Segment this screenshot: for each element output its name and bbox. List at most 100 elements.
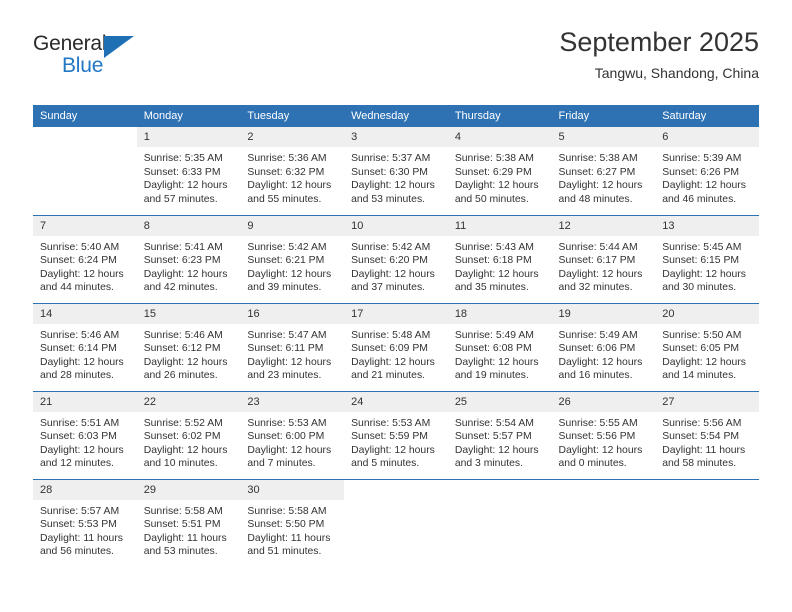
calendar-day-cell[interactable]: 20 Sunrise: 5:50 AM Sunset: 6:05 PM Dayligh…	[655, 302, 759, 391]
day-cell-inner: 15 Sunrise: 5:46 AM Sunset: 6:12 PM Dayligh…	[136, 303, 241, 391]
daylight-text-line1: Daylight: 12 hours	[40, 356, 124, 368]
sunrise-text: Sunrise: 5:36 AM	[247, 153, 327, 164]
daylight-text-line1: Daylight: 12 hours	[558, 356, 643, 368]
day-cell-inner: 25 Sunrise: 5:54 AM Sunset: 5:57 PM Dayligh…	[447, 391, 552, 479]
calendar-day-cell[interactable]: 25 Sunrise: 5:54 AM Sunset: 5:57 PM Dayligh…	[447, 390, 552, 479]
sunset-text: Sunset: 6:00 PM	[247, 431, 325, 443]
calendar-day-cell[interactable]: 28 Sunrise: 5:57 AM Sunset: 5:53 PM Dayligh…	[33, 478, 137, 567]
sunset-text: Sunset: 6:03 PM	[40, 431, 117, 443]
day-number: 25	[447, 391, 552, 412]
calendar-day-cell[interactable]: 24 Sunrise: 5:53 AM Sunset: 5:59 PM Dayligh…	[344, 390, 448, 479]
calendar-day-cell[interactable]: 15 Sunrise: 5:46 AM Sunset: 6:12 PM Dayligh…	[136, 302, 241, 391]
calendar-day-cell[interactable]: 14 Sunrise: 5:46 AM Sunset: 6:14 PM Dayligh…	[33, 302, 137, 391]
day-number: 14	[33, 303, 137, 324]
day-cell-inner: 3 Sunrise: 5:37 AM Sunset: 6:30 PM Daylight…	[344, 127, 448, 215]
calendar-day-cell[interactable]: 18 Sunrise: 5:49 AM Sunset: 6:08 PM Dayligh…	[447, 302, 552, 391]
calendar-day-cell[interactable]: 21 Sunrise: 5:51 AM Sunset: 6:03 PM Dayligh…	[33, 390, 137, 479]
daylight-text-line2: and 19 minutes.	[454, 370, 529, 382]
calendar-day-cell[interactable]: 3 Sunrise: 5:37 AM Sunset: 6:30 PM Daylight…	[344, 127, 448, 215]
sunrise-text: Sunrise: 5:50 AM	[662, 329, 742, 341]
calendar-day-cell[interactable]: 5 Sunrise: 5:38 AM Sunset: 6:27 PM Daylight…	[551, 127, 656, 215]
daylight-text-line2: and 53 minutes.	[143, 546, 218, 558]
calendar-day-cell[interactable]: 22 Sunrise: 5:52 AM Sunset: 6:02 PM Dayligh…	[136, 390, 241, 479]
day-sun-info: Sunrise: 5:52 AM Sunset: 6:02 PM Daylight:…	[137, 412, 241, 471]
sunrise-text: Sunrise: 5:46 AM	[40, 329, 120, 341]
calendar-day-cell[interactable]: 6 Sunrise: 5:39 AM Sunset: 6:26 PM Daylight…	[655, 127, 759, 215]
sunset-text: Sunset: 6:33 PM	[143, 166, 221, 178]
page-header: General Blue September 2025 Tangwu, Shan…	[33, 26, 759, 98]
sunset-text: Sunset: 5:53 PM	[40, 519, 117, 531]
day-sun-info: Sunrise: 5:35 AM Sunset: 6:33 PM Daylight:…	[137, 147, 241, 206]
day-number: 27	[655, 391, 759, 412]
day-sun-info: Sunrise: 5:44 AM Sunset: 6:17 PM Daylight:…	[552, 236, 656, 295]
daylight-text-line2: and 28 minutes.	[40, 370, 114, 382]
daylight-text-line2: and 44 minutes.	[40, 282, 114, 294]
calendar-day-cell[interactable]: 30 Sunrise: 5:58 AM Sunset: 5:50 PM Dayligh…	[240, 478, 345, 567]
day-number: 17	[344, 303, 448, 324]
daylight-text-line2: and 50 minutes.	[454, 193, 529, 205]
day-number: 28	[33, 479, 137, 500]
calendar-day-cell[interactable]: 17 Sunrise: 5:48 AM Sunset: 6:09 PM Dayligh…	[344, 302, 448, 391]
weekday-header-saturday: Saturday	[655, 105, 759, 127]
sunset-text: Sunset: 6:14 PM	[40, 343, 117, 355]
day-sun-info: Sunrise: 5:36 AM Sunset: 6:32 PM Daylight:…	[240, 147, 344, 206]
calendar-day-cell[interactable]: 2 Sunrise: 5:36 AM Sunset: 6:32 PM Daylight…	[240, 127, 345, 215]
sunrise-text: Sunrise: 5:44 AM	[558, 241, 638, 253]
calendar-day-cell[interactable]: 19 Sunrise: 5:49 AM Sunset: 6:06 PM Dayligh…	[551, 302, 656, 391]
weekday-header-friday: Friday	[551, 105, 656, 127]
calendar-empty-cell	[33, 127, 137, 215]
calendar-day-cell[interactable]: 27 Sunrise: 5:56 AM Sunset: 5:54 PM Dayligh…	[655, 390, 759, 479]
weekday-header-wednesday: Wednesday	[344, 105, 448, 127]
sunset-text: Sunset: 6:17 PM	[558, 255, 636, 267]
day-cell-inner: 29 Sunrise: 5:58 AM Sunset: 5:51 PM Dayligh…	[136, 479, 241, 568]
calendar-day-cell[interactable]: 26 Sunrise: 5:55 AM Sunset: 5:56 PM Dayligh…	[551, 390, 656, 479]
daylight-text-line1: Daylight: 12 hours	[454, 180, 539, 192]
calendar-day-cell[interactable]: 4 Sunrise: 5:38 AM Sunset: 6:29 PM Daylight…	[447, 127, 552, 215]
sunset-text: Sunset: 5:50 PM	[247, 519, 325, 531]
calendar-day-cell[interactable]: 29 Sunrise: 5:58 AM Sunset: 5:51 PM Dayligh…	[136, 478, 241, 568]
calendar-day-cell[interactable]: 9 Sunrise: 5:42 AM Sunset: 6:21 PM Daylight…	[240, 214, 345, 303]
daylight-text-line2: and 56 minutes.	[40, 546, 114, 558]
sunset-text: Sunset: 5:51 PM	[143, 519, 221, 531]
day-cell-inner	[447, 479, 552, 568]
calendar-day-cell[interactable]: 11 Sunrise: 5:43 AM Sunset: 6:18 PM Dayligh…	[447, 214, 552, 303]
day-sun-info: Sunrise: 5:39 AM Sunset: 6:26 PM Daylight:…	[655, 147, 759, 206]
daylight-text-line1: Daylight: 12 hours	[40, 268, 124, 280]
sunrise-text: Sunrise: 5:42 AM	[247, 241, 327, 253]
daylight-text-line2: and 12 minutes.	[40, 458, 114, 470]
calendar-day-cell[interactable]: 7 Sunrise: 5:40 AM Sunset: 6:24 PM Daylight…	[33, 214, 137, 303]
sunrise-text: Sunrise: 5:47 AM	[247, 329, 327, 341]
calendar-day-cell[interactable]: 23 Sunrise: 5:53 AM Sunset: 6:00 PM Dayligh…	[240, 390, 345, 479]
day-number	[655, 479, 759, 500]
day-cell-inner: 14 Sunrise: 5:46 AM Sunset: 6:14 PM Dayligh…	[33, 303, 137, 391]
day-number	[344, 479, 448, 500]
day-sun-info: Sunrise: 5:56 AM Sunset: 5:54 PM Daylight:…	[655, 412, 759, 471]
day-sun-info: Sunrise: 5:49 AM Sunset: 6:06 PM Daylight:…	[552, 324, 656, 383]
daylight-text-line1: Daylight: 12 hours	[454, 268, 539, 280]
calendar-day-cell[interactable]: 8 Sunrise: 5:41 AM Sunset: 6:23 PM Daylight…	[136, 214, 241, 303]
daylight-text-line2: and 39 minutes.	[247, 282, 322, 294]
day-cell-inner: 12 Sunrise: 5:44 AM Sunset: 6:17 PM Dayligh…	[551, 215, 656, 303]
daylight-text-line2: and 5 minutes.	[351, 458, 420, 470]
calendar-body: 1 Sunrise: 5:35 AM Sunset: 6:33 PM Daylight…	[33, 127, 759, 567]
calendar-day-cell[interactable]: 12 Sunrise: 5:44 AM Sunset: 6:17 PM Dayligh…	[551, 214, 656, 303]
sunrise-text: Sunrise: 5:54 AM	[454, 417, 534, 429]
generalblue-logo[interactable]: General Blue	[33, 32, 153, 92]
daylight-text-line1: Daylight: 12 hours	[40, 444, 124, 456]
daylight-text-line2: and 23 minutes.	[247, 370, 322, 382]
sunset-text: Sunset: 6:27 PM	[558, 166, 636, 178]
calendar-day-cell[interactable]: 1 Sunrise: 5:35 AM Sunset: 6:33 PM Daylight…	[136, 127, 241, 215]
calendar-day-cell[interactable]: 13 Sunrise: 5:45 AM Sunset: 6:15 PM Dayligh…	[655, 214, 759, 303]
daylight-text-line1: Daylight: 11 hours	[662, 444, 746, 456]
calendar-day-cell[interactable]: 16 Sunrise: 5:47 AM Sunset: 6:11 PM Dayligh…	[240, 302, 345, 391]
daylight-text-line1: Daylight: 12 hours	[662, 268, 746, 280]
day-sun-info: Sunrise: 5:53 AM Sunset: 5:59 PM Daylight:…	[344, 412, 448, 471]
page-subtitle: Tangwu, Shandong, China	[594, 65, 759, 81]
sunrise-text: Sunrise: 5:51 AM	[40, 417, 120, 429]
day-sun-info: Sunrise: 5:37 AM Sunset: 6:30 PM Daylight:…	[344, 147, 448, 206]
sunset-text: Sunset: 6:11 PM	[247, 343, 324, 355]
sunrise-text: Sunrise: 5:53 AM	[351, 417, 431, 429]
calendar-day-cell[interactable]: 10 Sunrise: 5:42 AM Sunset: 6:20 PM Dayligh…	[344, 214, 448, 303]
page-title: September 2025	[559, 27, 759, 57]
sunset-text: Sunset: 6:21 PM	[247, 255, 325, 267]
